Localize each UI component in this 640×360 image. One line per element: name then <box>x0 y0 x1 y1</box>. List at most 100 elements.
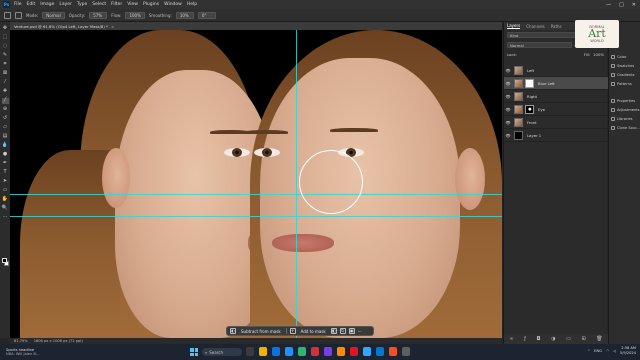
invert-mask-icon[interactable]: ◧ <box>330 328 337 334</box>
smoothing-input[interactable]: 10% <box>175 11 194 19</box>
guide-vertical[interactable] <box>296 30 297 338</box>
blur-tool-icon[interactable]: 💧 <box>2 143 9 149</box>
close-document-icon[interactable]: × <box>111 24 114 29</box>
dock-item-swatches[interactable]: Swatches <box>609 61 640 70</box>
minimize-button[interactable]: — <box>606 2 611 8</box>
wifi-icon[interactable]: ◠ <box>606 349 609 353</box>
menu-layer[interactable]: Layer <box>59 2 72 7</box>
visibility-eye-icon[interactable]: 👁 <box>504 120 512 125</box>
taskbar-app-icon[interactable] <box>402 347 410 356</box>
pen-tool-icon[interactable]: ✒ <box>2 161 9 167</box>
zoom-level[interactable]: 61.79% <box>14 339 28 343</box>
angle-input[interactable]: 0° <box>197 11 216 19</box>
dock-item-patterns[interactable]: Patterns <box>609 79 640 88</box>
tab-layers[interactable]: Layers <box>507 23 521 29</box>
visibility-eye-icon[interactable]: 👁 <box>504 94 512 99</box>
quick-select-tool-icon[interactable]: ✎ <box>2 53 9 59</box>
new-layer-icon[interactable]: ⊞ <box>581 336 585 342</box>
taskbar-search[interactable]: ⌕ Search <box>202 348 242 356</box>
clone-tool-icon[interactable]: ⊕ <box>2 107 9 113</box>
layer-mask-thumbnail[interactable] <box>525 104 534 114</box>
layer-row[interactable]: 👁 Left <box>504 64 608 77</box>
document-tab[interactable]: Venture.psd @ 61.8% (Clip4 Left, Layer M… <box>10 22 502 30</box>
eraser-tool-icon[interactable]: ▱ <box>2 125 9 131</box>
healing-tool-icon[interactable]: ✚ <box>2 89 9 95</box>
path-select-tool-icon[interactable]: ➤ <box>2 179 9 185</box>
more-options-button[interactable]: ··· <box>358 329 362 334</box>
move-tool-icon[interactable]: ✥ <box>2 26 9 32</box>
close-button[interactable]: ✕ <box>632 2 636 8</box>
taskbar-app-icon[interactable] <box>311 347 319 356</box>
crop-tool-icon[interactable]: ⌗ <box>2 62 9 68</box>
taskbar-app-icon[interactable] <box>259 347 267 356</box>
taskbar-app-icon[interactable] <box>285 347 293 356</box>
mode-select[interactable]: Normal <box>42 11 65 19</box>
mask-icon[interactable]: ◐ <box>230 328 236 334</box>
type-tool-icon[interactable]: T <box>2 170 9 176</box>
taskbar-app-icon[interactable] <box>350 347 358 356</box>
guide-horizontal-2[interactable] <box>10 216 502 217</box>
settings-icon[interactable]: ▣ <box>348 328 355 334</box>
tray-chevron-icon[interactable]: ^ <box>587 349 590 353</box>
menu-view[interactable]: View <box>127 2 138 7</box>
visibility-eye-icon[interactable]: 👁 <box>504 68 512 73</box>
start-button[interactable] <box>190 348 198 356</box>
dock-item-libraries[interactable]: Libraries <box>609 114 640 123</box>
dock-item-properties[interactable]: Properties <box>609 96 640 105</box>
news-widget[interactable]: Sports headline NBA: Will Jalen B... <box>0 348 70 356</box>
menu-window[interactable]: Window <box>164 2 182 7</box>
dodge-tool-icon[interactable]: ● <box>2 152 9 158</box>
visibility-eye-icon[interactable]: 👁 <box>504 81 512 86</box>
trash-icon[interactable]: 🗑 <box>596 336 602 342</box>
canvas[interactable]: ◐ Subtract from mask + Add to mask ◧ ↻ ▣… <box>10 30 502 338</box>
gradient-tool-icon[interactable]: ▤ <box>2 134 9 140</box>
tab-channels[interactable]: Channels <box>526 24 545 29</box>
dock-item-adjustments[interactable]: Adjustments <box>609 105 640 114</box>
layer-mask-thumbnail[interactable] <box>525 78 534 88</box>
volume-icon[interactable]: ◁ <box>613 349 616 353</box>
taskbar-app-icon[interactable] <box>298 347 306 356</box>
foreground-color-swatch[interactable] <box>2 258 7 263</box>
guide-horizontal-1[interactable] <box>10 194 502 195</box>
layer-row[interactable]: 👁 Right <box>504 90 608 103</box>
brush-tool-icon[interactable]: ╱ <box>1 98 9 104</box>
language-indicator[interactable]: ENG <box>594 349 602 353</box>
taskbar-app-icon[interactable] <box>337 347 345 356</box>
layer-row[interactable]: 👁 Eye <box>504 103 608 116</box>
add-mask-icon[interactable]: + <box>289 328 296 334</box>
subtract-from-mask-button[interactable]: Subtract from mask <box>239 329 283 334</box>
add-to-mask-button[interactable]: Add to mask <box>299 329 328 334</box>
visibility-eye-icon[interactable]: 👁 <box>504 107 512 112</box>
visibility-eye-icon[interactable]: 👁 <box>504 133 512 138</box>
layer-row[interactable]: 👁 Front <box>504 116 608 129</box>
taskbar-app-icon[interactable] <box>389 347 397 356</box>
frame-tool-icon[interactable]: ⊠ <box>2 71 9 77</box>
menu-type[interactable]: Type <box>77 2 87 7</box>
home-icon[interactable] <box>4 11 11 19</box>
dock-item-clone-source[interactable]: Clone Sour... <box>609 123 640 132</box>
taskbar-app-icon[interactable] <box>376 347 384 356</box>
eyedropper-tool-icon[interactable]: ⁄ <box>2 80 9 86</box>
hand-tool-icon[interactable]: ✋ <box>2 197 9 203</box>
menu-plugins[interactable]: Plugins <box>143 2 159 7</box>
refresh-icon[interactable]: ↻ <box>339 328 346 334</box>
menu-image[interactable]: Image <box>40 2 54 7</box>
layer-row[interactable]: 👁 Blue Left <box>504 77 608 90</box>
menu-file[interactable]: File <box>14 2 22 7</box>
tab-paths[interactable]: Paths <box>551 24 562 29</box>
marquee-tool-icon[interactable]: ⬚ <box>2 35 9 41</box>
brush-preset-icon[interactable] <box>15 11 22 19</box>
dock-item-gradients[interactable]: Gradients <box>609 70 640 79</box>
menu-edit[interactable]: Edit <box>27 2 36 7</box>
menu-help[interactable]: Help <box>187 2 197 7</box>
flow-input[interactable]: 100% <box>125 11 145 19</box>
opacity-input[interactable]: 57% <box>89 11 108 19</box>
taskbar-app-icon[interactable] <box>324 347 332 356</box>
zoom-tool-icon[interactable]: 🔍 <box>2 206 9 212</box>
menu-filter[interactable]: Filter <box>111 2 122 7</box>
taskbar-app-icon[interactable] <box>246 347 254 356</box>
more-tools-icon[interactable]: ⋯ <box>2 215 9 221</box>
taskbar-app-icon[interactable] <box>363 347 371 356</box>
lasso-tool-icon[interactable]: ◌ <box>2 44 9 50</box>
taskbar-app-icon[interactable] <box>272 347 280 356</box>
